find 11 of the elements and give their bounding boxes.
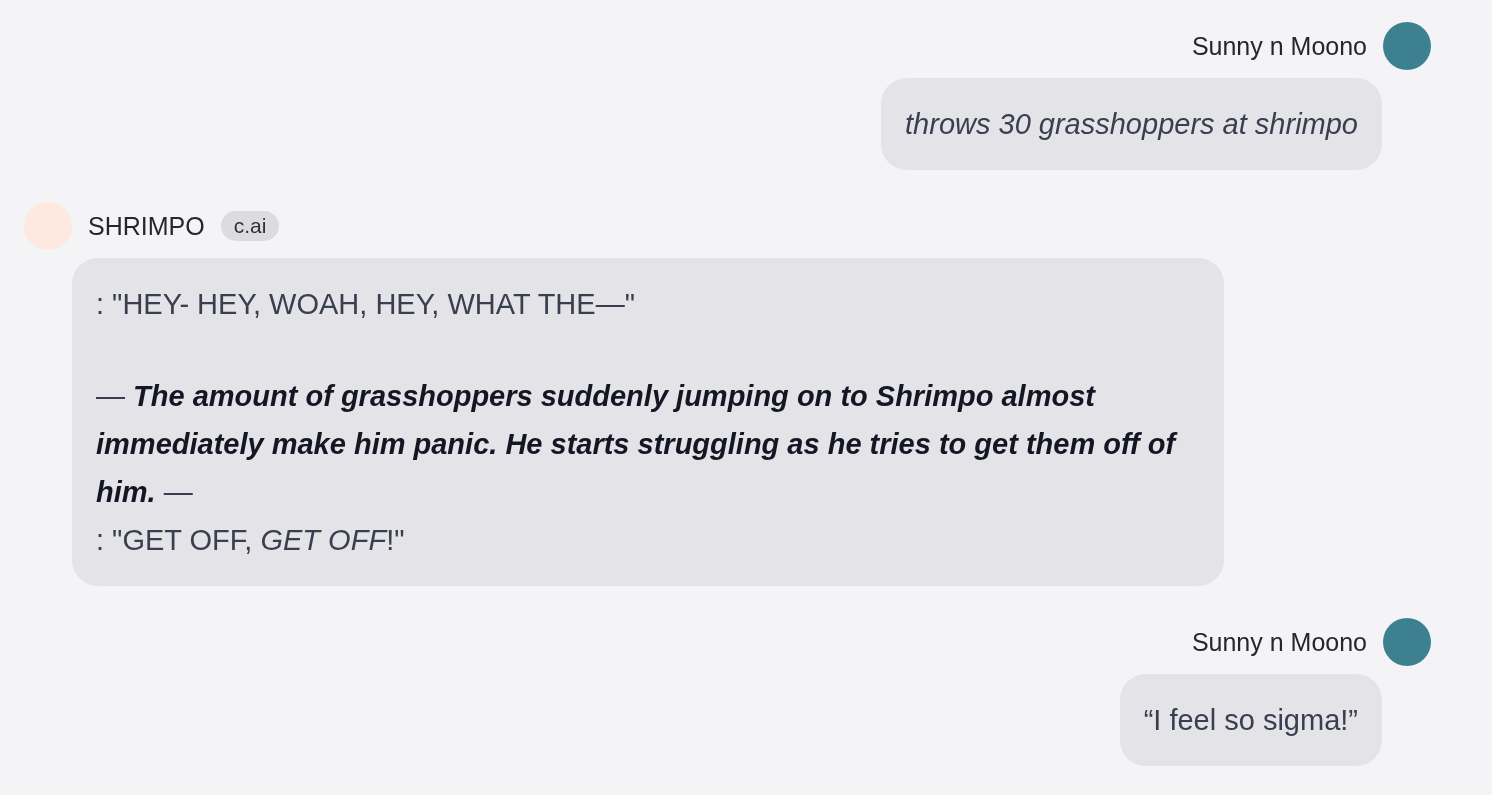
message-text: : "HEY- HEY, WOAH, HEY, WHAT THE—" [96, 287, 636, 322]
avatar[interactable] [1383, 22, 1431, 70]
sender-name: Sunny n Moono [1191, 627, 1367, 657]
message-text: — The amount of grasshoppers suddenly jumping on to Shrimpo almost immediately make him panic. He starts struggling as he tries to get them off of him. — [96, 379, 1179, 510]
message-text: : "GET OFF, GET OFF!" [96, 523, 406, 558]
message-text: “I feel so sigma!” [1143, 703, 1358, 738]
sender-name: SHRIMPO [88, 211, 205, 241]
sender-name: Sunny n Moono [1191, 31, 1367, 61]
avatar[interactable] [1383, 618, 1431, 666]
ai-tag: c.ai [220, 211, 280, 241]
message-text: throws 30 grasshoppers at shrimpo [905, 107, 1358, 142]
